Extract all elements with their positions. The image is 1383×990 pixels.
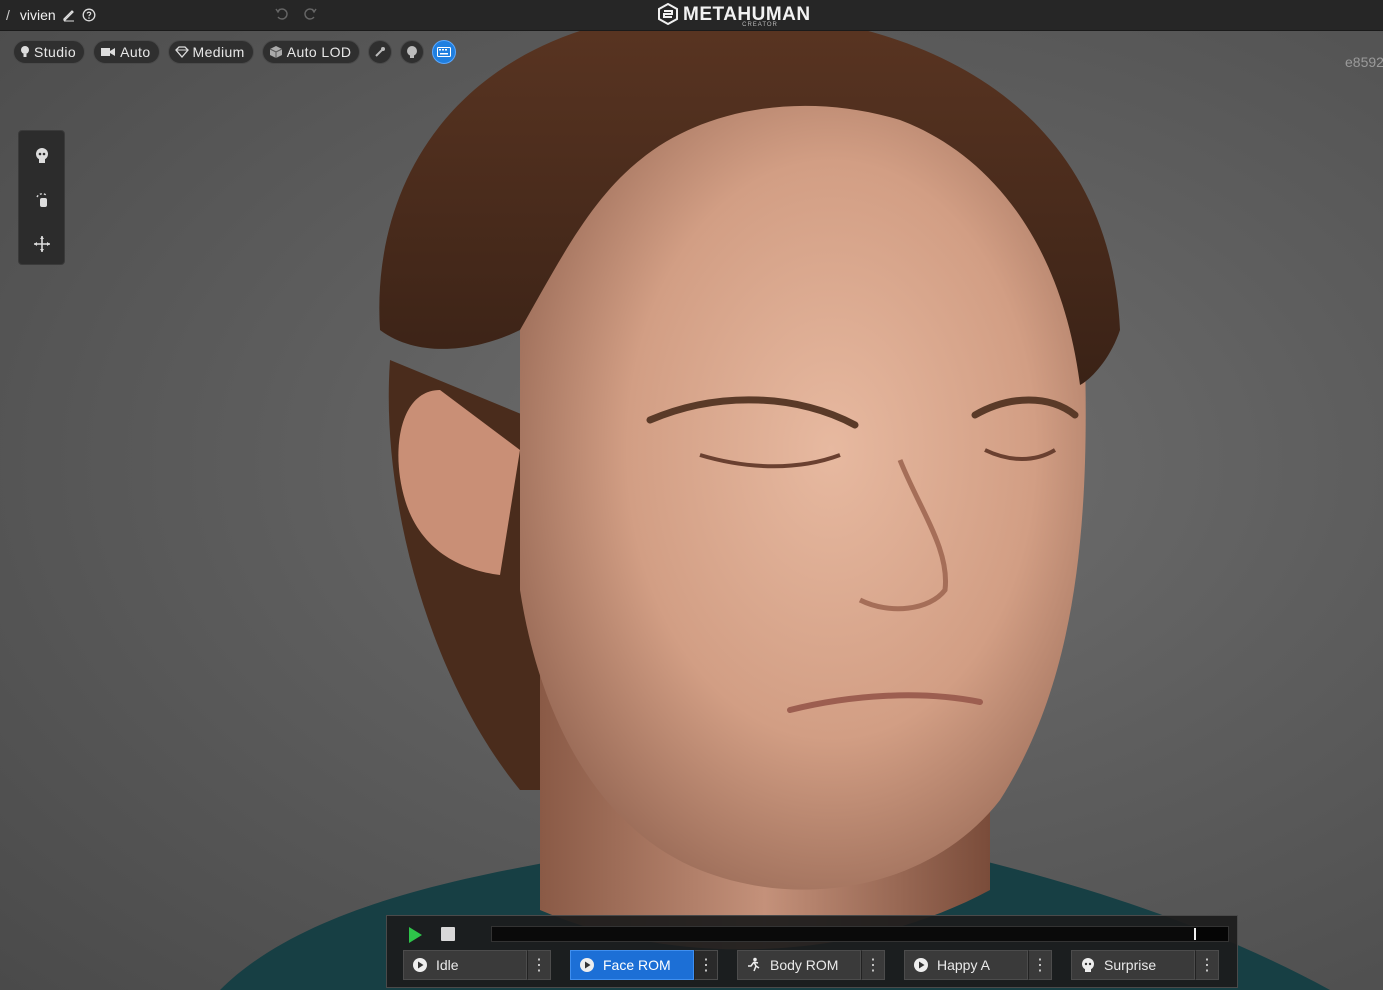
animation-preset-item: Happy A ⋮ [904, 950, 1052, 980]
animation-preset-button[interactable]: Happy A [904, 950, 1028, 980]
camera-dropdown[interactable]: Auto [93, 40, 160, 64]
lightbulb-icon [21, 46, 29, 57]
animation-preset-label: Face ROM [603, 957, 671, 973]
project-name[interactable]: vivien [20, 7, 56, 23]
running-figure-icon [746, 957, 762, 973]
play-circle-icon [412, 957, 428, 973]
animation-preset-button[interactable]: Body ROM [737, 950, 861, 980]
head-icon [407, 46, 418, 58]
brush-icon [375, 47, 386, 57]
lod-label: Auto LOD [286, 44, 352, 60]
keyboard-icon [437, 47, 452, 57]
logo-wordmark: METAHUMAN [683, 3, 811, 25]
animation-presets: Idle ⋮ Face ROM ⋮ Body ROM ⋮ Happy A ⋮ Surprise ⋮ [403, 950, 1219, 980]
play-circle-icon [913, 957, 929, 973]
lighting-dropdown[interactable]: Studio [13, 40, 86, 64]
animation-preset-button[interactable]: Face ROM [570, 950, 694, 980]
rotate-tool-button[interactable] [31, 189, 53, 211]
viewport-toolbar: Studio Auto Medium Auto LOD [13, 40, 457, 64]
animation-playback-panel: Idle ⋮ Face ROM ⋮ Body ROM ⋮ Happy A ⋮ Surprise ⋮ [386, 915, 1238, 988]
animation-preset-item: Body ROM ⋮ [737, 950, 885, 980]
video-camera-icon [101, 48, 116, 56]
animation-options-menu-button[interactable]: ⋮ [1028, 950, 1052, 980]
animation-preset-item: Idle ⋮ [403, 950, 551, 980]
animation-preset-label: Surprise [1104, 957, 1157, 973]
animation-preset-button[interactable]: Surprise [1071, 950, 1195, 980]
animation-options-menu-button[interactable]: ⋮ [861, 950, 885, 980]
viewer-id-text: e8592 [1345, 54, 1383, 70]
undo-redo-group [274, 6, 317, 20]
logo-subtitle: CREATOR [742, 22, 778, 28]
project-breadcrumb: / vivien [6, 7, 96, 23]
head-icon [1080, 957, 1096, 973]
camera-label: Auto [120, 44, 151, 60]
head-icon [35, 148, 48, 163]
play-button[interactable] [405, 925, 425, 945]
camera-tools-panel [18, 130, 65, 265]
quality-dropdown[interactable]: Medium [167, 40, 254, 64]
metahuman-mark-icon [658, 3, 678, 25]
rotate-hand-icon [35, 193, 48, 207]
diamond-icon [174, 46, 189, 58]
breadcrumb-separator: / [6, 7, 10, 23]
timeline-progress [492, 927, 1195, 941]
animation-preset-button[interactable]: Idle [403, 950, 527, 980]
stop-button[interactable] [441, 927, 455, 941]
animation-timeline[interactable] [491, 926, 1229, 942]
pan-tool-button[interactable] [31, 233, 53, 255]
timeline-playhead[interactable] [1193, 928, 1196, 940]
keyboard-shortcuts-button[interactable] [432, 40, 457, 64]
hair-toggle-button[interactable] [368, 40, 393, 64]
undo-icon[interactable] [274, 6, 288, 20]
head-view-button[interactable] [400, 40, 425, 64]
metahuman-logo: METAHUMAN CREATOR [657, 3, 811, 28]
animation-options-menu-button[interactable]: ⋮ [527, 950, 551, 980]
help-icon[interactable] [82, 8, 96, 22]
redo-icon[interactable] [302, 6, 317, 20]
move-arrows-icon [33, 236, 50, 252]
rename-pencil-icon[interactable] [62, 8, 76, 22]
play-circle-icon [579, 957, 595, 973]
animation-preset-label: Body ROM [770, 957, 839, 973]
lod-dropdown[interactable]: Auto LOD [261, 40, 361, 64]
animation-preset-label: Idle [436, 957, 459, 973]
cube-icon [269, 46, 282, 58]
metahuman-character-render [220, 30, 1330, 990]
lighting-label: Studio [34, 44, 77, 60]
animation-preset-label: Happy A [937, 957, 990, 973]
quality-label: Medium [192, 44, 245, 60]
title-bar: / vivien METAHUMAN CREATOR [0, 0, 1383, 31]
face-focus-button[interactable] [31, 145, 53, 167]
animation-options-menu-button[interactable]: ⋮ [694, 950, 718, 980]
animation-preset-item: Face ROM ⋮ [570, 950, 718, 980]
animation-preset-item: Surprise ⋮ [1071, 950, 1219, 980]
3d-viewport[interactable] [0, 30, 1383, 990]
animation-options-menu-button[interactable]: ⋮ [1195, 950, 1219, 980]
